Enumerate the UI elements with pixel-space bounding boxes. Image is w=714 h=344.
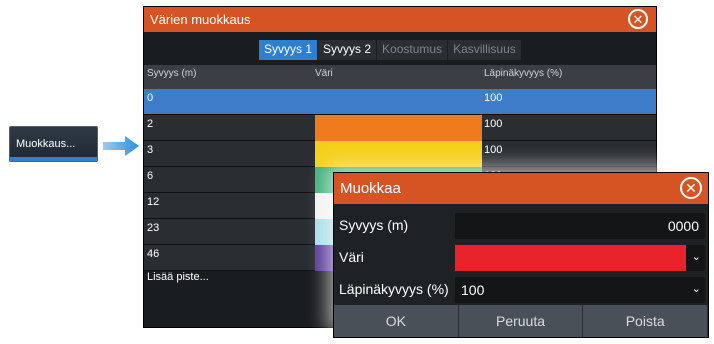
depth-cell: 0 (147, 92, 154, 104)
edit-dialog-title: Muokkaa (334, 173, 708, 204)
close-icon[interactable]: ✕ (680, 177, 702, 199)
table-row[interactable]: 2 100 (144, 115, 656, 141)
column-header-color: Väri (315, 68, 333, 79)
column-header-depth: Syvyys (m) (147, 68, 197, 79)
transparency-label: Läpinäkyvyys (%) (339, 281, 449, 297)
tab-syvyys-1[interactable]: Syvyys 1 (259, 40, 318, 60)
tab-kasvillisuus: Kasvillisuus (448, 40, 521, 60)
depth-cell: 3 (147, 144, 154, 156)
color-row: Väri ⌄ (334, 243, 708, 273)
chevron-down-icon: ⌄ (691, 283, 701, 295)
color-swatch (455, 245, 686, 271)
table-header: Syvyys (m) Väri Läpinäkyvyys (%) (144, 65, 656, 89)
depth-value: 0000 (667, 218, 699, 234)
ok-button[interactable]: OK (334, 305, 459, 337)
table-row[interactable]: 0 100 (144, 89, 656, 115)
transparency-row: Läpinäkyvyys (%) 100 ⌄ (334, 275, 708, 305)
cancel-button[interactable]: Peruuta (458, 305, 584, 337)
tab-koostumus: Koostumus (377, 40, 448, 60)
depth-label: Syvyys (m) (339, 217, 409, 233)
depth-cell: 12 (147, 196, 160, 208)
depth-cell: 6 (147, 170, 154, 182)
tab-syvyys-2[interactable]: Syvyys 2 (318, 40, 377, 60)
dialog-title: Värien muokkaus (144, 7, 656, 32)
button-bar: OK Peruuta Poista (334, 305, 709, 337)
delete-button[interactable]: Poista (583, 305, 709, 337)
chevron-down-icon: ⌄ (691, 251, 701, 263)
depth-cell: 46 (147, 248, 160, 260)
edit-menu-label: Muokkaus... (16, 138, 76, 150)
color-label: Väri (339, 249, 364, 265)
depth-cell: 2 (147, 118, 154, 130)
depth-row: Syvyys (m) 0000 (334, 211, 708, 241)
transparency-select[interactable]: 100 ⌄ (455, 277, 705, 303)
column-header-transparency: Läpinäkyvyys (%) (484, 68, 563, 79)
add-point-button[interactable]: Lisää piste... (147, 271, 209, 283)
color-select[interactable]: ⌄ (455, 245, 705, 271)
tab-bar: Syvyys 1 Syvyys 2 Koostumus Kasvillisuus (259, 40, 522, 60)
depth-field[interactable]: 0000 (455, 213, 705, 239)
depth-cell: 23 (147, 222, 160, 234)
transparency-value: 100 (461, 282, 485, 298)
transparency-cell: 100 (484, 92, 503, 104)
color-swatch (315, 115, 482, 141)
table-row[interactable]: 3 100 (144, 141, 656, 167)
edit-dialog: Muokkaa ✕ Syvyys (m) 0000 Väri ⌄ Läpinäk… (333, 172, 709, 338)
color-swatch (315, 141, 482, 167)
close-icon[interactable]: ✕ (628, 9, 648, 29)
transparency-cell: 100 (484, 144, 503, 156)
transparency-cell: 100 (484, 118, 503, 130)
arrow-right-icon (103, 136, 139, 156)
edit-menu-button[interactable]: Muokkaus... (9, 126, 98, 162)
